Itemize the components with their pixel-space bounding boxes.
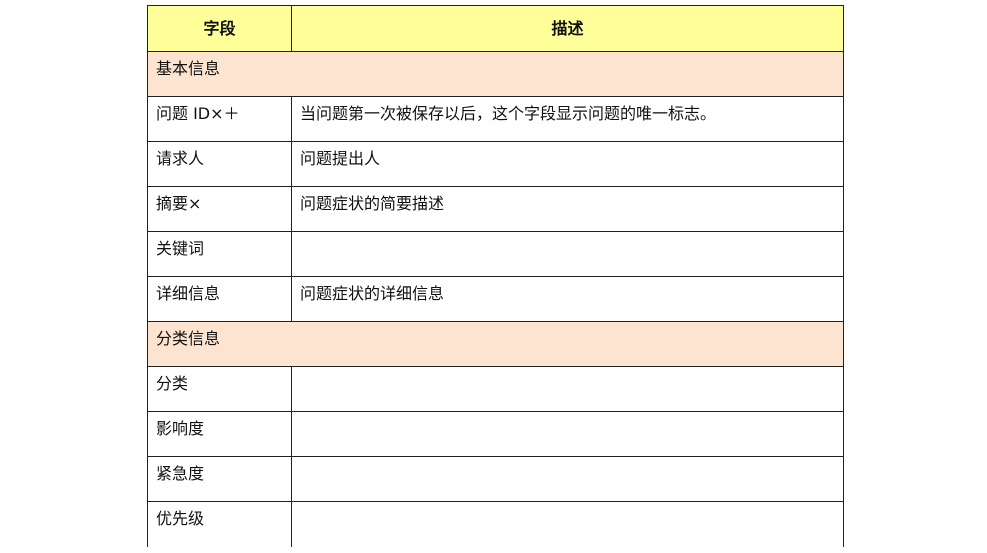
field-cell: 请求人 bbox=[147, 141, 292, 187]
field-cell: 分类 bbox=[147, 366, 292, 412]
table-row: 详细信息 问题症状的详细信息 bbox=[147, 276, 844, 322]
header-description: 描述 bbox=[291, 5, 844, 52]
description-cell: 问题症状的简要描述 bbox=[291, 186, 844, 232]
table-row: 摘要× 问题症状的简要描述 bbox=[147, 186, 844, 232]
field-cell: 摘要× bbox=[147, 186, 292, 232]
description-cell bbox=[291, 231, 844, 277]
description-cell: 问题症状的详细信息 bbox=[291, 276, 844, 322]
field-cell: 关键词 bbox=[147, 231, 292, 277]
table-row: 影响度 bbox=[147, 411, 844, 457]
section-row-basic-info: 基本信息 bbox=[147, 51, 844, 97]
table-row: 分类 bbox=[147, 366, 844, 412]
table-row: 问题 ID×＋ 当问题第一次被保存以后，这个字段显示问题的唯一标志。 bbox=[147, 96, 844, 142]
description-cell bbox=[291, 501, 844, 547]
description-cell bbox=[291, 456, 844, 502]
section-title: 分类信息 bbox=[147, 321, 844, 367]
description-cell bbox=[291, 366, 844, 412]
table-row: 关键词 bbox=[147, 231, 844, 277]
section-row-classification-info: 分类信息 bbox=[147, 321, 844, 367]
header-field: 字段 bbox=[147, 5, 292, 52]
field-cell: 影响度 bbox=[147, 411, 292, 457]
field-cell: 详细信息 bbox=[147, 276, 292, 322]
field-cell: 优先级 bbox=[147, 501, 292, 547]
field-description-table: 字段 描述 基本信息 问题 ID×＋ 当问题第一次被保存以后，这个字段显示问题的… bbox=[147, 5, 844, 547]
description-cell: 当问题第一次被保存以后，这个字段显示问题的唯一标志。 bbox=[291, 96, 844, 142]
description-cell: 问题提出人 bbox=[291, 141, 844, 187]
table-row: 请求人 问题提出人 bbox=[147, 141, 844, 187]
table-row: 紧急度 bbox=[147, 456, 844, 502]
table-row: 优先级 bbox=[147, 501, 844, 547]
section-title: 基本信息 bbox=[147, 51, 844, 97]
table-header-row: 字段 描述 bbox=[147, 5, 844, 52]
description-cell bbox=[291, 411, 844, 457]
field-cell: 问题 ID×＋ bbox=[147, 96, 292, 142]
field-cell: 紧急度 bbox=[147, 456, 292, 502]
